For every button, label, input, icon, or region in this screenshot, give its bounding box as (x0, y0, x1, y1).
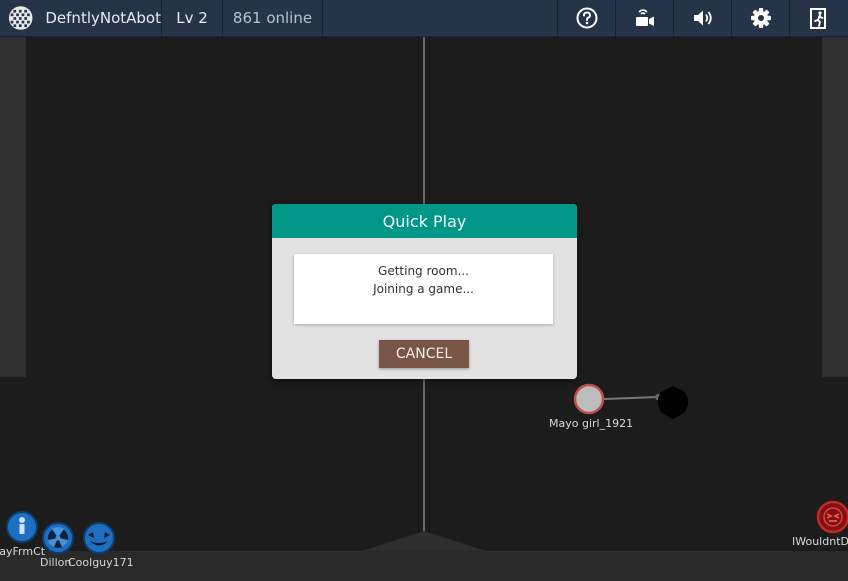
quick-play-dialog: Quick Play Getting room... Joining a gam… (272, 204, 577, 379)
center-ramp (362, 531, 486, 551)
status-line-getting-room: Getting room... (378, 264, 469, 278)
level-text: Lv 2 (176, 9, 208, 27)
cancel-button[interactable]: CANCEL (379, 340, 469, 368)
exit-icon (810, 8, 826, 29)
player-dillon (42, 522, 74, 554)
player-mayo-girl (573, 383, 661, 415)
dialog-title: Quick Play (272, 204, 577, 238)
globe-logo-icon (8, 6, 33, 30)
camera-button[interactable] (616, 0, 674, 36)
username: DefntlyNotAbot (45, 9, 161, 27)
user-info[interactable]: DefntlyNotAbot (0, 0, 162, 36)
level-indicator: Lv 2 (162, 0, 223, 36)
settings-button[interactable] (732, 0, 790, 36)
status-message-box: Getting room... Joining a game... (294, 254, 553, 324)
volume-button[interactable] (674, 0, 732, 36)
status-line-joining-game: Joining a game... (373, 282, 474, 296)
player-jayfrmct (6, 511, 38, 543)
player-name-jayfrmct: JayFrmCt (0, 545, 46, 558)
player-coolguy171 (83, 522, 115, 554)
topbar-spacer (323, 0, 558, 36)
help-icon (576, 7, 597, 29)
help-button[interactable] (558, 0, 616, 36)
player-name-mayo-girl: Mayo girl_1921 (549, 417, 634, 430)
player-iwouldntdo (816, 500, 848, 534)
player-name-iwouldntdo: IWouldntDo (792, 535, 848, 548)
exit-button[interactable] (790, 0, 848, 36)
camera-icon (635, 9, 654, 26)
volume-icon (693, 10, 712, 26)
online-text: 861 online (232, 9, 313, 27)
gear-icon (750, 8, 771, 28)
top-bar: DefntlyNotAbot Lv 2 861 online (0, 0, 848, 37)
player-name-coolguy171: Coolguy171 (68, 556, 134, 569)
black-spiked-ball (658, 386, 688, 419)
player-name-dillon: Dillon (40, 556, 72, 569)
game-stage: DefntlyNotAbot Lv 2 861 online Mayo girl… (0, 0, 848, 581)
online-count: 861 online (223, 0, 323, 36)
